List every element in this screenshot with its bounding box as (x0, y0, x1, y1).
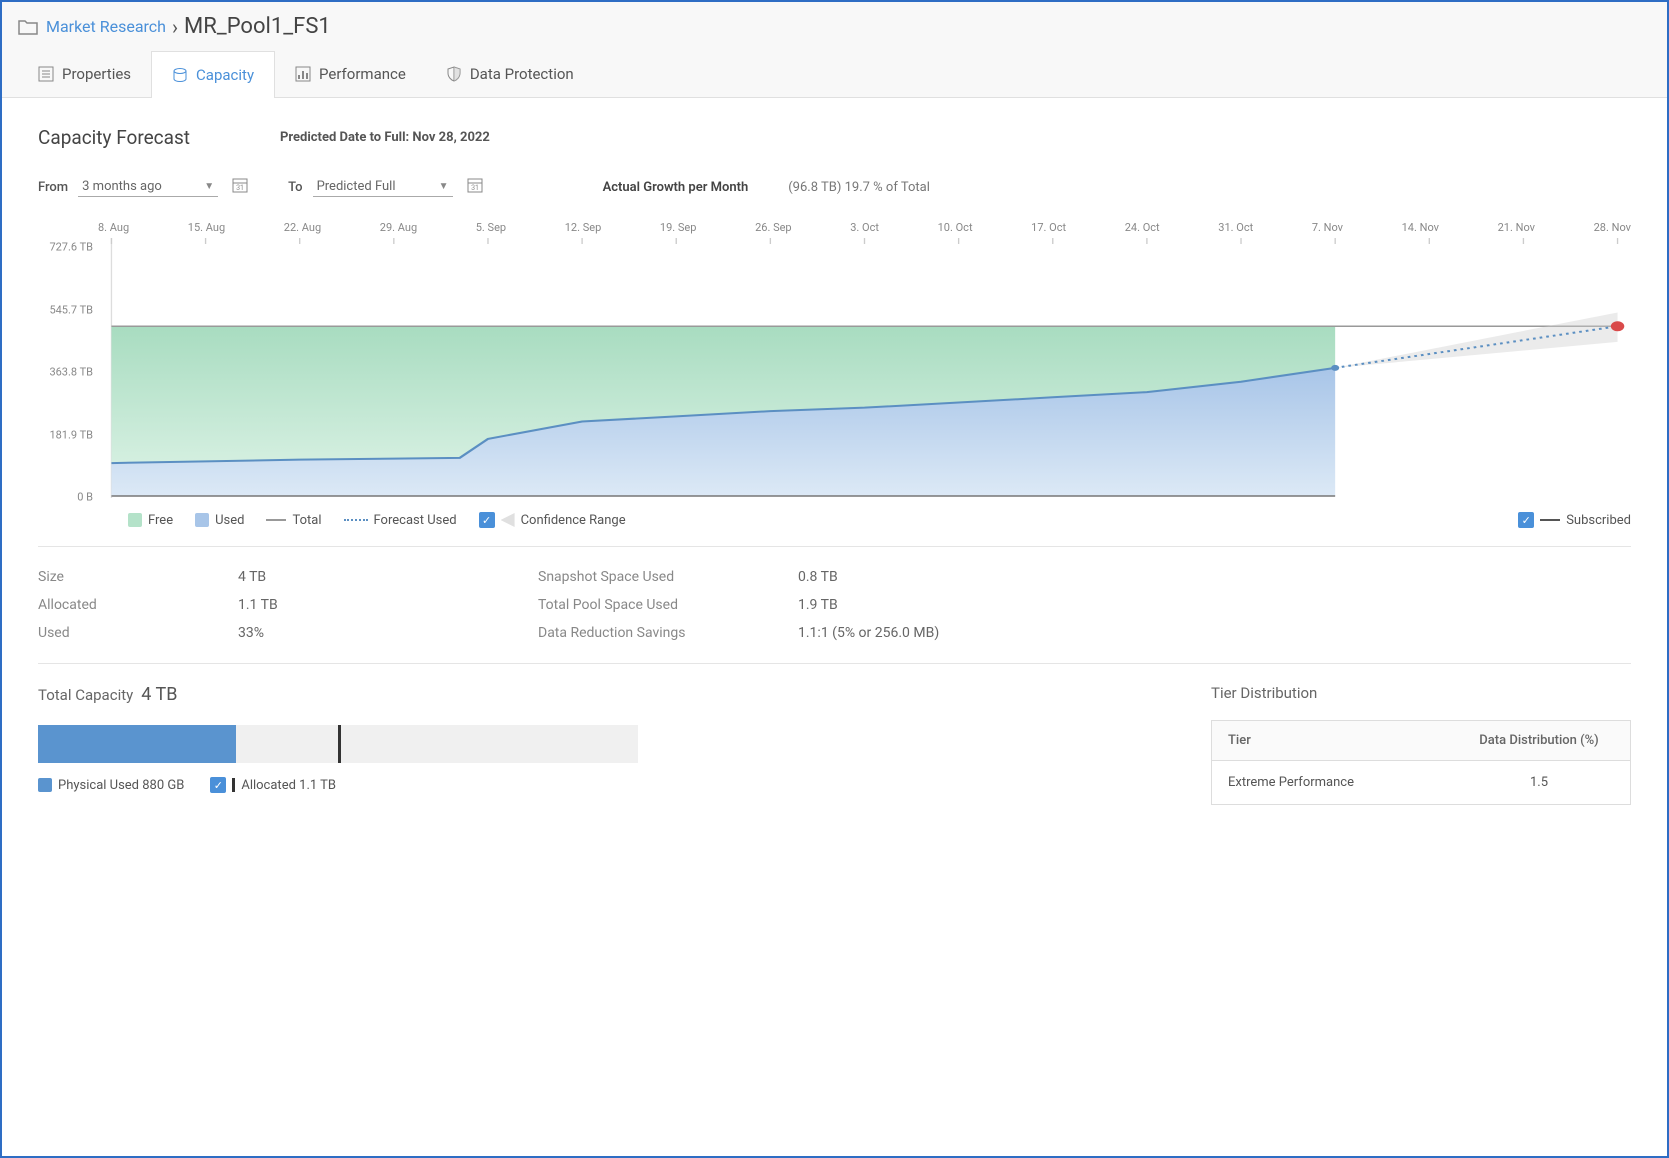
tier-col-header[interactable]: Tier (1228, 733, 1464, 748)
svg-text:31: 31 (236, 184, 244, 192)
tab-label: Performance (319, 65, 406, 83)
legend-subscribed[interactable]: ✓Subscribed (1518, 512, 1631, 528)
section-title: Capacity Forecast (38, 126, 190, 149)
tab-properties[interactable]: Properties (18, 51, 151, 97)
physical-used-bar (38, 725, 236, 763)
breadcrumb: Market Research › MR_Pool1_FS1 (2, 2, 1667, 51)
table-row: Extreme Performance1.5 (1212, 761, 1630, 804)
stat-value: 4 TB (238, 569, 538, 585)
stat-label: Total Pool Space Used (538, 597, 798, 613)
stat-value: 0.8 TB (798, 569, 1631, 585)
predicted-full-label: Predicted Date to Full: Nov 28, 2022 (280, 130, 490, 145)
growth-label: Actual Growth per Month (603, 180, 749, 195)
list-icon (38, 66, 54, 82)
tab-label: Data Protection (470, 65, 574, 83)
from-label: From (38, 180, 68, 195)
bar-chart-icon (295, 66, 311, 82)
growth-value: (96.8 TB) 19.7 % of Total (788, 180, 930, 195)
stat-value: 1.9 TB (798, 597, 1631, 613)
stat-label: Allocated (38, 597, 238, 613)
to-label: To (288, 180, 302, 195)
shield-icon (446, 66, 462, 82)
stat-label: Size (38, 569, 238, 585)
checkbox-icon: ✓ (1518, 512, 1534, 528)
total-capacity-title: Total Capacity4 TB (38, 684, 1091, 705)
page-title: MR_Pool1_FS1 (184, 14, 331, 39)
checkbox-icon: ✓ (479, 512, 495, 528)
breadcrumb-separator: › (172, 15, 178, 39)
folder-icon (18, 18, 38, 36)
tab-performance[interactable]: Performance (275, 51, 426, 97)
calendar-icon[interactable]: 31 (232, 177, 248, 197)
legend-allocated[interactable]: ✓Allocated 1.1 TB (210, 777, 336, 793)
checkbox-icon: ✓ (210, 777, 226, 793)
legend-confidence[interactable]: ✓Confidence Range (479, 512, 626, 528)
legend-physical-used[interactable]: Physical Used 880 GB (38, 778, 184, 793)
legend-used[interactable]: Used (195, 513, 244, 528)
stat-value: 1.1:1 (5% or 256.0 MB) (798, 625, 1631, 641)
calendar-icon[interactable]: 31 (467, 177, 483, 197)
breadcrumb-parent-link[interactable]: Market Research (46, 17, 166, 36)
stat-value: 1.1 TB (238, 597, 538, 613)
stat-label: Data Reduction Savings (538, 625, 798, 641)
tier-table: Tier Data Distribution (%) Extreme Perfo… (1211, 720, 1631, 805)
capacity-chart: 8. Aug15. Aug22. Aug29. Aug5. Sep12. Sep… (38, 221, 1631, 498)
capacity-bar (38, 725, 638, 763)
svg-text:31: 31 (471, 184, 479, 192)
tier-distribution-title: Tier Distribution (1211, 684, 1631, 702)
legend-forecast[interactable]: Forecast Used (344, 513, 457, 528)
stat-label: Snapshot Space Used (538, 569, 798, 585)
to-select[interactable]: Predicted Full▼ (313, 177, 453, 197)
tab-label: Properties (62, 65, 131, 83)
stat-value: 33% (238, 625, 538, 641)
tab-data-protection[interactable]: Data Protection (426, 51, 594, 97)
legend-free[interactable]: Free (128, 513, 173, 528)
from-select[interactable]: 3 months ago▼ (78, 177, 218, 197)
tab-capacity[interactable]: Capacity (151, 51, 275, 98)
allocated-mark (338, 725, 341, 763)
stats-grid: Size 4 TB Snapshot Space Used 0.8 TB All… (38, 546, 1631, 663)
legend-total[interactable]: Total (266, 513, 321, 528)
tab-bar: Properties Capacity Performance Data Pro… (2, 51, 1667, 98)
database-icon (172, 67, 188, 83)
stat-label: Used (38, 625, 238, 641)
distribution-col-header[interactable]: Data Distribution (%) (1464, 733, 1614, 748)
tab-label: Capacity (196, 66, 254, 84)
